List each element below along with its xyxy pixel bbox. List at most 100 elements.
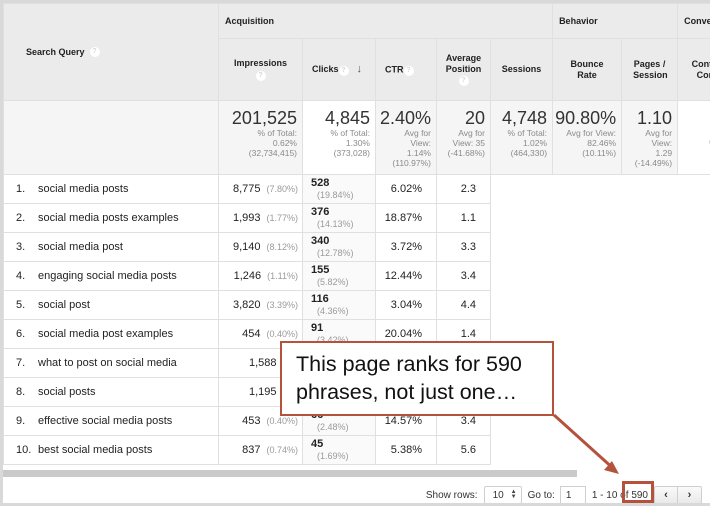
column-header-search-query[interactable]: Search Query? — [3, 3, 219, 101]
empty-cell — [677, 435, 710, 465]
clicks-percent: (4.36%) — [317, 306, 349, 316]
clicks-value: 45 — [311, 438, 324, 450]
clicks-cell: 376(14.13%) — [302, 203, 376, 233]
total-value: 20 — [464, 108, 485, 128]
query-link[interactable]: social media posts examples — [38, 212, 179, 224]
clicks-percent: (1.69%) — [317, 451, 349, 461]
table-row: 2. social media posts examples 1,993 (1.77%… — [3, 203, 710, 233]
help-icon[interactable]: ? — [255, 70, 266, 81]
total-bounce-rate: 90.80% Avg for View: 82.46% (10.11%) — [552, 100, 623, 175]
sort-descending-icon[interactable]: ↓ — [357, 63, 363, 75]
query-link[interactable]: social posts — [38, 386, 95, 398]
help-icon[interactable]: ? — [338, 65, 349, 76]
query-link[interactable]: social media posts — [38, 183, 129, 195]
help-icon[interactable]: ? — [403, 65, 414, 76]
table-row: 4. engaging social media posts 1,246 (1.11%… — [3, 261, 710, 291]
row-number: 1. — [16, 183, 26, 195]
column-header-ctr[interactable]: CTR? — [375, 38, 437, 101]
empty-cell — [489, 261, 553, 291]
totals-row: 201,525 % of Total: 0.62% (32,734,415) 4… — [3, 100, 710, 175]
row-number: 6. — [16, 328, 26, 340]
column-header-contact-completions[interactable]: Conta (G Compl — [677, 38, 710, 101]
previous-page-button[interactable]: ‹ — [654, 486, 678, 503]
empty-cell — [552, 348, 622, 378]
empty-cell — [677, 348, 710, 378]
empty-cell — [552, 377, 622, 407]
search-query-label: Search Query — [26, 46, 85, 57]
clicks-value: 155 — [311, 264, 330, 276]
row-number: 8. — [16, 386, 26, 398]
query-cell: 10. best social media posts — [3, 435, 219, 465]
query-link[interactable]: social media post — [38, 241, 123, 253]
total-note: (-41.68%) — [447, 148, 485, 158]
horizontal-scrollbar[interactable] — [3, 470, 577, 477]
table-row: 10. best social media posts 837 (0.74%) 45(1… — [3, 435, 710, 465]
empty-cell — [489, 290, 553, 320]
column-header-bounce-rate[interactable]: Bounce Rate — [552, 38, 623, 101]
column-header-pages-session[interactable]: Pages / Session — [621, 38, 679, 101]
total-note: % of Total: — [330, 128, 370, 138]
table-row: 3. social media post 9,140 (8.12%) 340(12.78… — [3, 232, 710, 262]
empty-cell — [621, 406, 678, 436]
empty-cell — [621, 435, 678, 465]
empty-cell — [677, 174, 710, 204]
show-rows-value: 10 — [492, 489, 504, 501]
query-link[interactable]: what to post on social media — [38, 357, 177, 369]
ctr-cell: 3.72% — [375, 232, 437, 262]
query-link[interactable]: effective social media posts — [38, 415, 172, 427]
ctr-cell: 18.87% — [375, 203, 437, 233]
empty-cell — [621, 348, 678, 378]
column-header-sessions[interactable]: Sessions — [489, 38, 554, 101]
total-value: 201,525 — [231, 108, 297, 128]
impressions-value: 8,775 — [232, 183, 261, 195]
row-number: 9. — [16, 415, 26, 427]
select-updown-icon: ▲ ▼ — [510, 489, 517, 500]
total-note: 0.1 — [680, 137, 710, 147]
impressions-value: 3,820 — [232, 299, 261, 311]
row-number: 2. — [16, 212, 26, 224]
query-cell: 7. what to post on social media — [3, 348, 219, 378]
column-header-average-position[interactable]: Average Position ? — [436, 38, 491, 101]
group-header-acquisition: Acquisition — [217, 3, 554, 39]
query-link[interactable]: social post — [38, 299, 90, 311]
impressions-percent: (0.40%) — [266, 416, 298, 426]
query-cell: 1. social media posts — [3, 174, 219, 204]
callout-line-2: phrases, not just one… — [296, 380, 518, 404]
goto-input[interactable] — [559, 486, 586, 503]
help-icon[interactable]: ? — [89, 47, 100, 58]
empty-cell — [489, 203, 553, 233]
empty-cell — [621, 174, 678, 204]
column-header-clicks[interactable]: Clicks? ↓ — [302, 38, 376, 101]
show-rows-select[interactable]: 10 ▲ ▼ — [483, 486, 522, 503]
impressions-value: 454 — [242, 328, 261, 340]
row-number: 3. — [16, 241, 26, 253]
empty-cell — [552, 319, 622, 349]
ctr-cell: 12.44% — [375, 261, 437, 291]
callout-line-1: This page ranks for 590 — [296, 352, 522, 376]
query-link[interactable]: social media post examples — [38, 328, 173, 340]
column-header-impressions[interactable]: Impressions ? — [218, 38, 303, 101]
clicks-percent: (5.82%) — [317, 277, 349, 287]
query-cell: 3. social media post — [3, 232, 219, 262]
query-link[interactable]: best social media posts — [38, 444, 152, 456]
empty-cell — [621, 232, 678, 262]
row-number: 10. — [16, 444, 32, 456]
impressions-percent: (0.74%) — [266, 445, 298, 455]
next-page-button[interactable]: › — [678, 486, 702, 503]
help-icon[interactable]: ? — [458, 76, 469, 87]
total-note: Avg for — [404, 128, 431, 138]
report-frame: Search Query? Acquisition Behavior Conve… — [0, 0, 710, 506]
query-cell: 9. effective social media posts — [3, 406, 219, 436]
empty-cell — [677, 261, 710, 291]
clicks-cell: 155(5.82%) — [302, 261, 376, 291]
query-link[interactable]: engaging social media posts — [38, 270, 177, 282]
empty-cell — [677, 319, 710, 349]
clicks-cell: 340(12.78%) — [302, 232, 376, 262]
empty-cell — [552, 435, 622, 465]
total-highlight-box — [622, 481, 654, 503]
total-value: 1.10 — [637, 108, 673, 128]
clicks-cell: 116(4.36%) — [302, 290, 376, 320]
impressions-value: 1,993 — [232, 212, 261, 224]
clicks-value: 376 — [311, 206, 330, 218]
row-number: 7. — [16, 357, 26, 369]
